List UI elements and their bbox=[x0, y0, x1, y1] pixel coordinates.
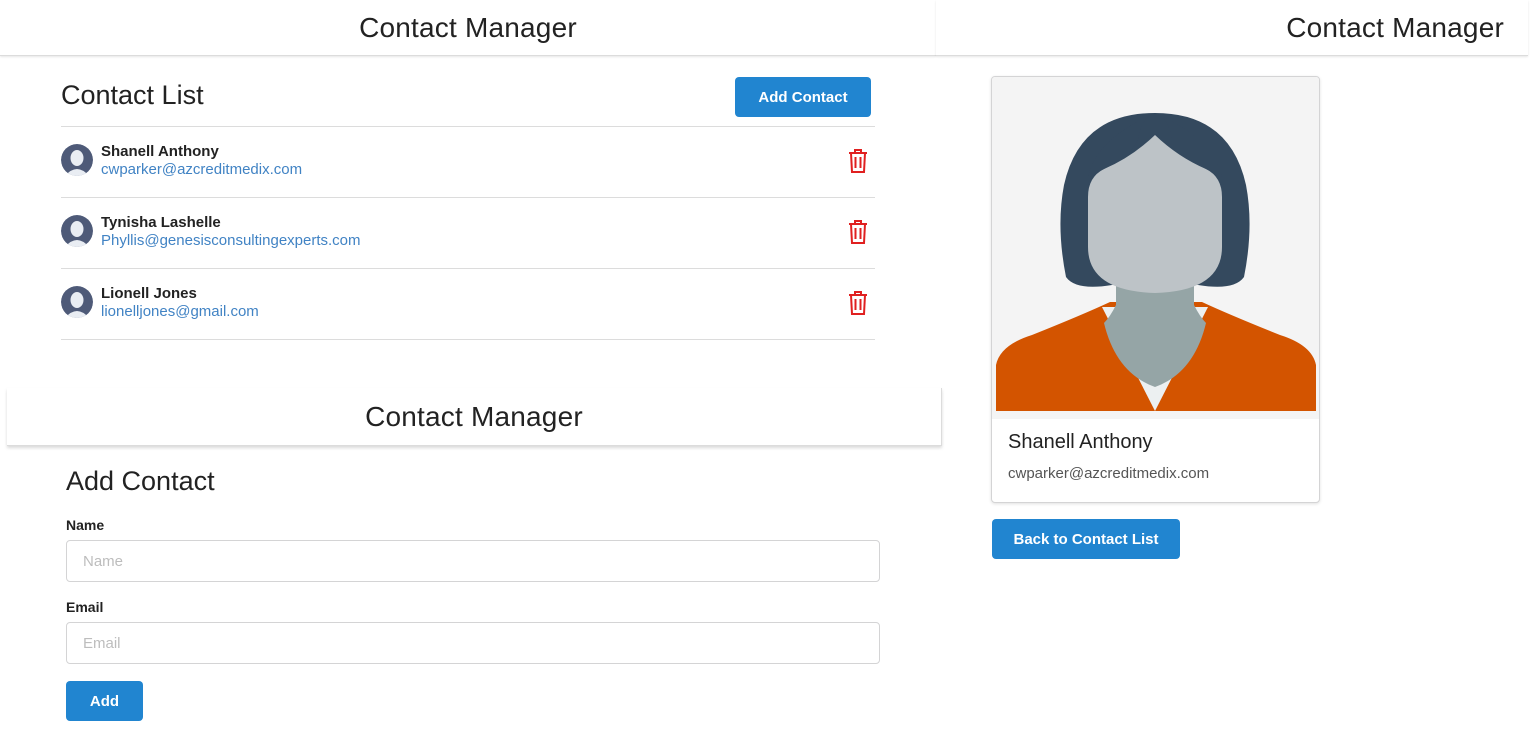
trash-icon[interactable] bbox=[847, 148, 869, 174]
app-title: Contact Manager bbox=[1286, 11, 1504, 43]
app-title: Contact Manager bbox=[359, 11, 577, 43]
name-label: Name bbox=[66, 517, 105, 533]
contact-name[interactable]: Shanell Anthony bbox=[101, 143, 302, 161]
card-content: Shanell Anthony cwparker@azcreditmedix.c… bbox=[992, 419, 1319, 494]
user-avatar-icon bbox=[61, 144, 93, 176]
trash-icon[interactable] bbox=[847, 290, 869, 316]
trash-icon[interactable] bbox=[847, 219, 869, 245]
detail-name: Shanell Anthony bbox=[1008, 431, 1153, 453]
contact-name[interactable]: Lionell Jones bbox=[101, 285, 259, 303]
email-input[interactable] bbox=[66, 622, 880, 664]
add-contact-form: Add Contact Name Email Add bbox=[66, 466, 880, 721]
contact-list-panel: Contact List Add Contact Shanell Anthony… bbox=[61, 76, 875, 340]
app-header: Contact Manager bbox=[936, 0, 1528, 56]
back-to-contact-list-button[interactable]: Back to Contact List bbox=[992, 519, 1180, 559]
contact-row[interactable]: Lionell Jones lionelljones@gmail.com bbox=[61, 269, 875, 340]
email-label: Email bbox=[66, 599, 104, 615]
user-avatar-icon bbox=[992, 77, 1319, 419]
contact-email[interactable]: Phyllis@genesisconsultingexperts.com bbox=[101, 232, 361, 250]
contact-name[interactable]: Tynisha Lashelle bbox=[101, 214, 361, 232]
app-header: Contact Manager bbox=[0, 0, 936, 56]
contact-row[interactable]: Tynisha Lashelle Phyllis@genesisconsulti… bbox=[61, 198, 875, 269]
add-contact-button[interactable]: Add Contact bbox=[735, 77, 871, 117]
app-header: Contact Manager bbox=[7, 388, 942, 446]
contact-list-title: Contact List bbox=[61, 80, 204, 110]
contact-email[interactable]: cwparker@azcreditmedix.com bbox=[101, 161, 302, 179]
add-button[interactable]: Add bbox=[66, 681, 143, 721]
detail-email: cwparker@azcreditmedix.com bbox=[1008, 465, 1210, 482]
user-avatar-icon bbox=[61, 286, 93, 318]
contact-row[interactable]: Shanell Anthony cwparker@azcreditmedix.c… bbox=[61, 127, 875, 198]
name-input[interactable] bbox=[66, 540, 880, 582]
contact-email[interactable]: lionelljones@gmail.com bbox=[101, 303, 259, 321]
user-avatar-icon bbox=[61, 215, 93, 247]
contact-detail-card: Shanell Anthony cwparker@azcreditmedix.c… bbox=[991, 76, 1320, 503]
app-title: Contact Manager bbox=[365, 400, 583, 432]
contact-list-header: Contact List Add Contact bbox=[61, 76, 875, 127]
add-contact-title: Add Contact bbox=[66, 466, 215, 496]
